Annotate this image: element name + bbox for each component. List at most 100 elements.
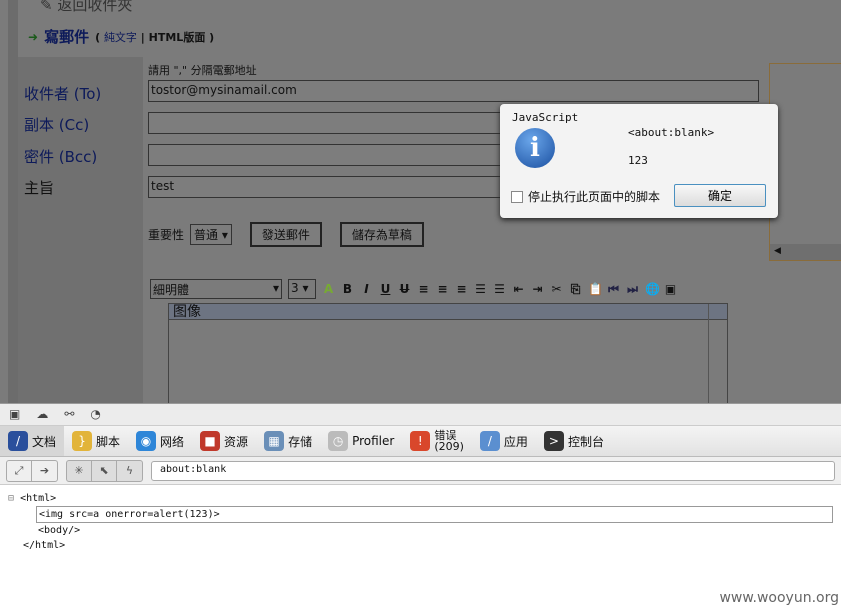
devtools-iconbar: ▣ ☁ ⚯ ◔ xyxy=(0,403,841,425)
tree-node[interactable]: </html> xyxy=(23,538,841,553)
devtools-toolbar: ⤢ ➔ ✳ ⬉ ϟ about:blank xyxy=(0,457,841,485)
editor-area[interactable]: 图像 xyxy=(168,303,728,403)
underline-icon[interactable]: U xyxy=(379,282,392,296)
tab-4[interactable]: ▦ 存储 xyxy=(256,426,320,456)
back-label: 返回收件夾 xyxy=(57,0,133,14)
importance-label: 重要性 xyxy=(148,228,185,242)
tab-7[interactable]: / 应用 xyxy=(472,426,536,456)
checkbox-label: 停止执行此页面中的脚本 xyxy=(528,190,661,204)
flash-icon[interactable]: ϟ xyxy=(117,461,142,481)
tab-5[interactable]: ◷ Profiler xyxy=(320,426,402,456)
dock-icon[interactable]: ▣ xyxy=(9,407,20,422)
outdent-icon[interactable]: ⇤ xyxy=(512,282,525,296)
tab-text: 脚本 xyxy=(96,434,121,449)
save-draft-button[interactable]: 儲存為草稿 xyxy=(339,222,424,247)
plain-text-link[interactable]: 純文字 xyxy=(104,31,137,44)
tab-1[interactable]: } 脚本 xyxy=(64,426,128,456)
speed-icon[interactable]: ◔ xyxy=(90,407,100,422)
tree-node[interactable]: <body/> xyxy=(38,523,841,538)
label-column xyxy=(18,57,143,403)
align-left-icon[interactable]: ≡ xyxy=(417,282,430,296)
tree-node-label: <html> xyxy=(20,493,57,504)
cut-icon[interactable]: ✂ xyxy=(550,282,563,296)
size-select[interactable]: 3 ▾ xyxy=(288,279,316,299)
link-icon[interactable]: 🌐 xyxy=(645,282,660,296)
collapse-icon[interactable]: ⊟ xyxy=(8,493,14,504)
prev-icon[interactable]: ⏮ xyxy=(607,282,620,297)
size-value: 3 xyxy=(291,281,299,295)
html-mode[interactable]: HTML版面 xyxy=(149,31,206,44)
text-color-icon[interactable]: A xyxy=(322,282,335,296)
copy-icon[interactable]: ⎘ xyxy=(569,282,582,297)
indent-icon[interactable]: ⇥ xyxy=(531,282,544,296)
tab-label: 存储 xyxy=(288,433,312,450)
scroll-left-icon[interactable]: ◀ xyxy=(770,244,841,260)
tab-text: 应用 xyxy=(503,434,528,449)
tab-icon: ▦ xyxy=(264,431,285,451)
devtools-tabs: / 文档} 脚本 ◉ 网络 ■ 资源 ▦ 存储 ◷ Profiler! 错误 (209) / 应用 > 控制台 xyxy=(0,425,841,457)
unordered-list-icon[interactable]: ☰ xyxy=(493,282,506,296)
tab-icon: > xyxy=(543,431,564,451)
paste-icon[interactable]: 📋 xyxy=(588,282,603,296)
ordered-list-icon[interactable]: ☰ xyxy=(474,282,487,296)
italic-icon[interactable]: I xyxy=(360,282,373,296)
ok-button[interactable]: 确定 xyxy=(674,184,766,207)
tab-label: 脚本 xyxy=(96,433,120,450)
importance-value: 普通 xyxy=(194,228,219,242)
tab-label: Profiler xyxy=(352,434,394,448)
right-panel: ◀ xyxy=(769,63,841,261)
tab-0[interactable]: / 文档 xyxy=(0,426,65,456)
tab-8[interactable]: > 控制台 xyxy=(536,426,612,456)
tree-node[interactable]: ⊟ <html> xyxy=(8,491,841,506)
alert-dialog: JavaScript i <about:blank> 123 停止执行此页面中的… xyxy=(500,104,778,218)
tab-label: 文档 xyxy=(32,433,56,450)
tab-label: 控制台 xyxy=(568,433,604,450)
dialog-message: 123 xyxy=(628,154,648,167)
tab-text: 网络 xyxy=(160,434,185,449)
url-field[interactable]: about:blank xyxy=(151,460,835,481)
tab-icon: ! xyxy=(410,431,431,451)
mode-sep: | xyxy=(140,30,145,44)
back-to-inbox-link[interactable]: ✎ 返回收件夾 xyxy=(40,0,132,15)
to-label: 收件者 (To) xyxy=(24,85,102,103)
tab-text: 资源 xyxy=(224,434,249,449)
bold-icon[interactable]: B xyxy=(341,282,354,296)
tab-6[interactable]: ! 错误 (209) xyxy=(402,426,472,456)
tab-text: 存储 xyxy=(288,434,313,449)
importance-select[interactable]: 普通 ▾ xyxy=(190,224,232,245)
select-element-icon[interactable]: ⬉ xyxy=(92,460,117,481)
tab-text: Profiler xyxy=(352,434,395,448)
error-count: (209) xyxy=(434,440,464,453)
cloud-icon[interactable]: ☁ xyxy=(36,407,48,422)
strikethrough-icon[interactable]: U xyxy=(398,282,411,296)
image-label: 图像 xyxy=(169,304,727,320)
font-select[interactable]: 細明體 ▾ xyxy=(150,279,282,299)
to-input[interactable]: tostor@mysinamail.com xyxy=(148,80,759,102)
font-value: 細明體 xyxy=(153,283,190,297)
tab-label: 网络 xyxy=(160,433,184,450)
mode-switch: ( 純文字 | HTML版面 ) xyxy=(95,30,215,44)
cc-label: 副本 (Cc) xyxy=(24,116,90,134)
stop-scripts-checkbox[interactable]: 停止执行此页面中的脚本 xyxy=(511,188,660,205)
share-icon[interactable]: ⚯ xyxy=(64,407,74,422)
tab-2[interactable]: ◉ 网络 xyxy=(128,426,192,456)
watermark: www.wooyun.org xyxy=(719,590,839,606)
compose-icon: ➜ xyxy=(28,29,39,44)
tab-label: 应用 xyxy=(504,433,528,450)
tab-label: 错误 (209) xyxy=(434,430,464,452)
checkbox-icon[interactable] xyxy=(511,190,523,203)
tab-icon: ■ xyxy=(200,431,221,451)
send-button[interactable]: 發送郵件 xyxy=(249,222,322,247)
next-icon[interactable]: ⏭ xyxy=(626,282,639,297)
tree-node-selected[interactable]: <img src=a onerror=alert(123)> xyxy=(36,506,833,523)
image-icon[interactable]: ▣ xyxy=(664,282,677,296)
tab-icon: ◷ xyxy=(328,431,349,451)
expand-icon[interactable]: ⤢ xyxy=(7,460,32,481)
align-center-icon[interactable]: ≡ xyxy=(436,282,449,296)
editor-divider xyxy=(708,304,709,403)
export-icon[interactable]: ➔ xyxy=(32,461,57,481)
tab-3[interactable]: ■ 资源 xyxy=(192,426,256,456)
highlight-icon[interactable]: ✳ xyxy=(67,460,92,481)
address-hint: 請用 "," 分隔電郵地址 xyxy=(148,64,257,77)
align-right-icon[interactable]: ≡ xyxy=(455,282,468,296)
